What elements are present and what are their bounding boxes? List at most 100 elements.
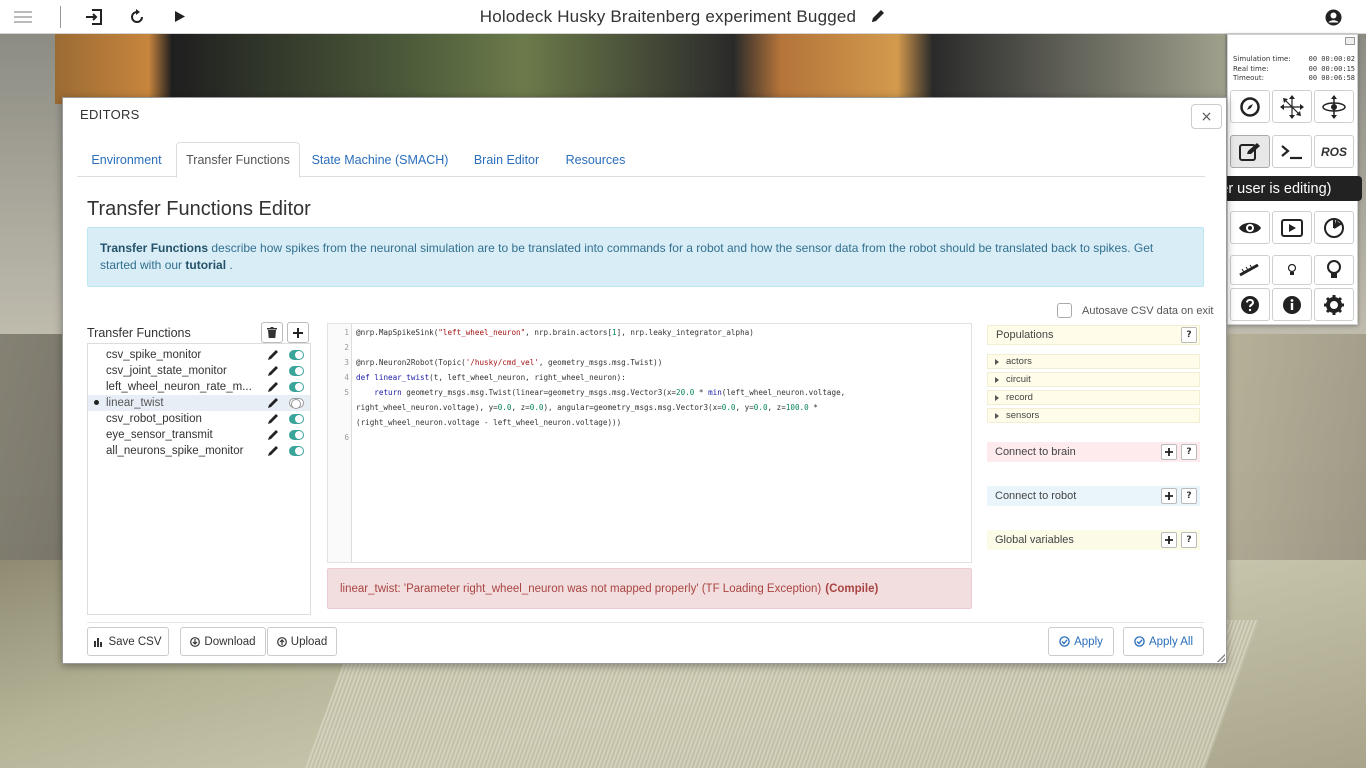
tab-environment[interactable]: Environment — [77, 142, 176, 177]
pencil-icon[interactable] — [267, 380, 279, 396]
ros-terminal-button[interactable]: ROS — [1314, 135, 1354, 168]
connect-brain-help-button[interactable]: ? — [1181, 444, 1197, 460]
tf-toggle[interactable] — [289, 414, 304, 424]
real-time-row: Real time: 00 00:00:15 — [1233, 65, 1355, 75]
pencil-icon[interactable] — [267, 444, 279, 460]
tf-toggle[interactable] — [289, 366, 304, 376]
plus-icon — [293, 327, 303, 338]
scene-window — [55, 34, 1225, 104]
compile-link[interactable]: (Compile) — [825, 583, 878, 595]
view-button[interactable] — [1230, 211, 1270, 244]
exit-icon[interactable] — [79, 2, 109, 32]
reset-icon[interactable] — [122, 2, 152, 32]
upload-button[interactable]: Upload — [267, 627, 337, 656]
ruler-button[interactable] — [1230, 255, 1270, 285]
line-number: 4 — [344, 373, 349, 382]
lighting-button[interactable] — [1314, 255, 1354, 285]
navigation-button[interactable] — [1230, 90, 1270, 123]
connect-brain-add-button[interactable] — [1161, 444, 1177, 460]
tf-list-item[interactable]: eye_sensor_transmit — [88, 427, 310, 443]
population-record[interactable]: record — [987, 390, 1200, 405]
settings-button[interactable] — [1314, 288, 1354, 321]
performance-button[interactable] — [1314, 211, 1354, 244]
global-variables-help-button[interactable]: ? — [1181, 532, 1197, 548]
rotate-button[interactable] — [1314, 90, 1354, 123]
add-tf-button[interactable] — [287, 322, 309, 343]
sim-time-label: Simulation time: — [1233, 55, 1291, 63]
info-box: Transfer Functions describe how spikes f… — [87, 227, 1204, 287]
line-number-gutter: 1 2 3 4 5 6 — [328, 324, 352, 562]
tf-list-item[interactable]: csv_joint_state_monitor — [88, 363, 310, 379]
edit-title-icon[interactable] — [870, 8, 886, 27]
tf-name: csv_joint_state_monitor — [106, 365, 227, 377]
tf-list-item[interactable]: left_wheel_neuron_rate_m... — [88, 379, 310, 395]
tf-toggle[interactable] — [289, 446, 304, 456]
save-csv-label: Save CSV — [108, 635, 162, 648]
play-icon[interactable] — [165, 2, 195, 32]
tab-brain-editor[interactable]: Brain Editor — [460, 142, 553, 177]
info-button[interactable] — [1272, 288, 1312, 321]
menu-icon[interactable] — [8, 2, 38, 32]
light-button[interactable] — [1272, 255, 1312, 285]
help-button[interactable] — [1230, 288, 1270, 321]
tf-toggle[interactable] — [289, 398, 304, 409]
apply-button[interactable]: Apply — [1048, 627, 1114, 656]
tab-transfer-functions[interactable]: Transfer Functions — [176, 142, 300, 178]
tf-list-item[interactable]: csv_spike_monitor — [88, 347, 310, 363]
autosave-label: Autosave CSV data on exit — [1082, 304, 1214, 317]
ruler-icon — [1239, 263, 1259, 277]
terminal-button[interactable] — [1272, 135, 1312, 168]
connect-robot-help-button[interactable]: ? — [1181, 488, 1197, 504]
sim-time-value: 00 00:00:02 — [1308, 55, 1355, 63]
tf-toggle[interactable] — [289, 382, 304, 392]
tf-list-item[interactable]: all_neurons_spike_monitor — [88, 443, 310, 459]
pencil-icon[interactable] — [267, 428, 279, 444]
tf-list-item[interactable]: linear_twist — [88, 395, 310, 411]
autosave-checkbox[interactable] — [1057, 303, 1072, 318]
info-end: . — [226, 258, 233, 272]
orbit-icon — [1322, 94, 1346, 119]
pencil-icon[interactable] — [267, 364, 279, 380]
connect-robot-label: Connect to robot — [995, 490, 1077, 502]
toggle-editors-button[interactable] — [1230, 135, 1270, 168]
pencil-icon[interactable] — [267, 396, 279, 412]
pencil-icon[interactable] — [267, 348, 279, 364]
error-text: linear_twist: 'Parameter right_wheel_neu… — [340, 582, 822, 595]
tf-name: csv_spike_monitor — [106, 349, 202, 361]
population-circuit[interactable]: circuit — [987, 372, 1200, 387]
pencil-icon[interactable] — [267, 412, 279, 428]
tf-list-item[interactable]: csv_robot_position — [88, 411, 310, 427]
scale-button[interactable] — [1272, 90, 1312, 123]
tf-toggle[interactable] — [289, 350, 304, 360]
info-icon — [1283, 295, 1301, 314]
populations-help-button[interactable]: ? — [1181, 327, 1197, 343]
population-actors[interactable]: actors — [987, 354, 1200, 369]
download-button[interactable]: Download — [180, 627, 266, 656]
error-message: linear_twist: 'Parameter right_wheel_neu… — [327, 568, 972, 609]
tab-resources[interactable]: Resources — [553, 142, 638, 177]
code-editor[interactable]: 1 2 3 4 5 6 @nrp.MapSpikeSink("left_wheel_neu… — [327, 323, 972, 563]
close-button[interactable]: × — [1191, 104, 1222, 129]
edit-document-icon — [1239, 142, 1260, 161]
populations-header[interactable]: Populations — [987, 325, 1200, 345]
user-account-icon[interactable] — [1318, 2, 1348, 32]
tab-state-machine[interactable]: State Machine (SMACH) — [300, 142, 460, 177]
tf-toggle[interactable] — [289, 430, 304, 440]
save-csv-button[interactable]: Save CSV — [87, 627, 169, 656]
eye-icon — [1239, 222, 1261, 233]
connect-robot-add-button[interactable] — [1161, 488, 1177, 504]
global-variables-add-button[interactable] — [1161, 532, 1177, 548]
apply-all-label: Apply All — [1148, 635, 1194, 648]
minimize-panel-button[interactable] — [1345, 37, 1355, 45]
apply-all-button[interactable]: Apply All — [1123, 627, 1204, 656]
delete-tf-button[interactable] — [261, 322, 283, 343]
line-number: 5 — [344, 388, 349, 397]
info-strong: Transfer Functions — [100, 241, 209, 255]
population-sensors[interactable]: sensors — [987, 408, 1200, 423]
tutorial-link[interactable]: tutorial — [185, 258, 226, 272]
simulation-times: Simulation time: 00 00:00:02 Real time: 00… — [1233, 55, 1355, 84]
tf-name: linear_twist — [106, 397, 164, 409]
recording-button[interactable] — [1272, 211, 1312, 244]
code-line: @nrp.MapSpikeSink("left_wheel_neuron", n… — [356, 328, 754, 337]
resize-handle[interactable] — [1217, 654, 1225, 662]
